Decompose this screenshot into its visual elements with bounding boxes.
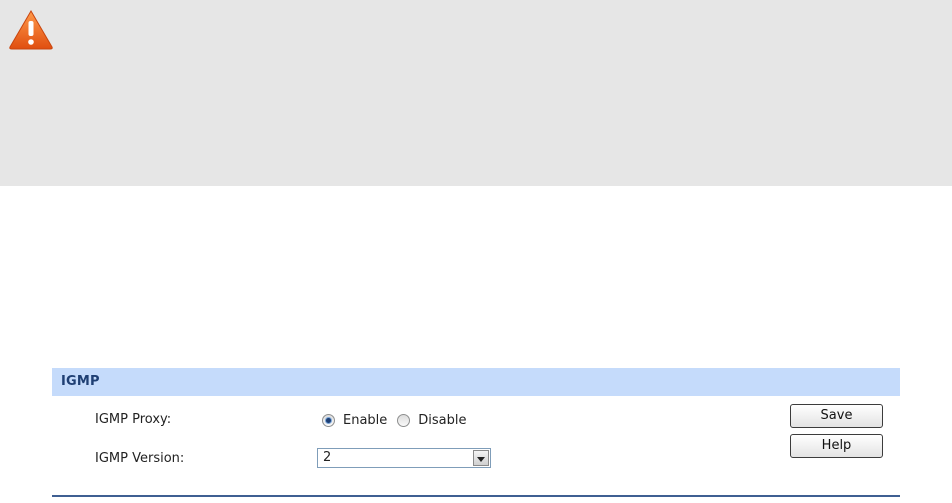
igmp-version-value: 2 — [323, 450, 332, 465]
igmp-proxy-enable-label[interactable]: Enable — [343, 413, 387, 428]
igmp-proxy-disable-radio[interactable] — [397, 413, 411, 427]
igmp-version-label: IGMP Version: — [95, 451, 185, 466]
igmp-proxy-enable-radio[interactable] — [322, 413, 335, 427]
radio-selected-dot — [326, 417, 331, 423]
igmp-proxy-radio-group: Enable Disable — [322, 409, 477, 431]
help-button[interactable]: Help — [790, 434, 883, 458]
panel-divider — [52, 495, 900, 497]
igmp-proxy-label: IGMP Proxy: — [95, 412, 172, 427]
save-button[interactable]: Save — [790, 404, 883, 428]
warning-icon — [9, 10, 53, 50]
chevron-down-icon[interactable] — [473, 450, 489, 466]
igmp-version-select[interactable]: 2 — [317, 448, 491, 468]
panel-title: IGMP — [52, 368, 900, 396]
panel-body: IGMP Proxy: Enable Disable IGMP Version:… — [52, 396, 900, 486]
igmp-panel: IGMP IGMP Proxy: Enable Disable IGMP Ver… — [52, 368, 900, 486]
igmp-proxy-disable-label[interactable]: Disable — [418, 413, 466, 428]
warning-banner — [0, 0, 952, 186]
